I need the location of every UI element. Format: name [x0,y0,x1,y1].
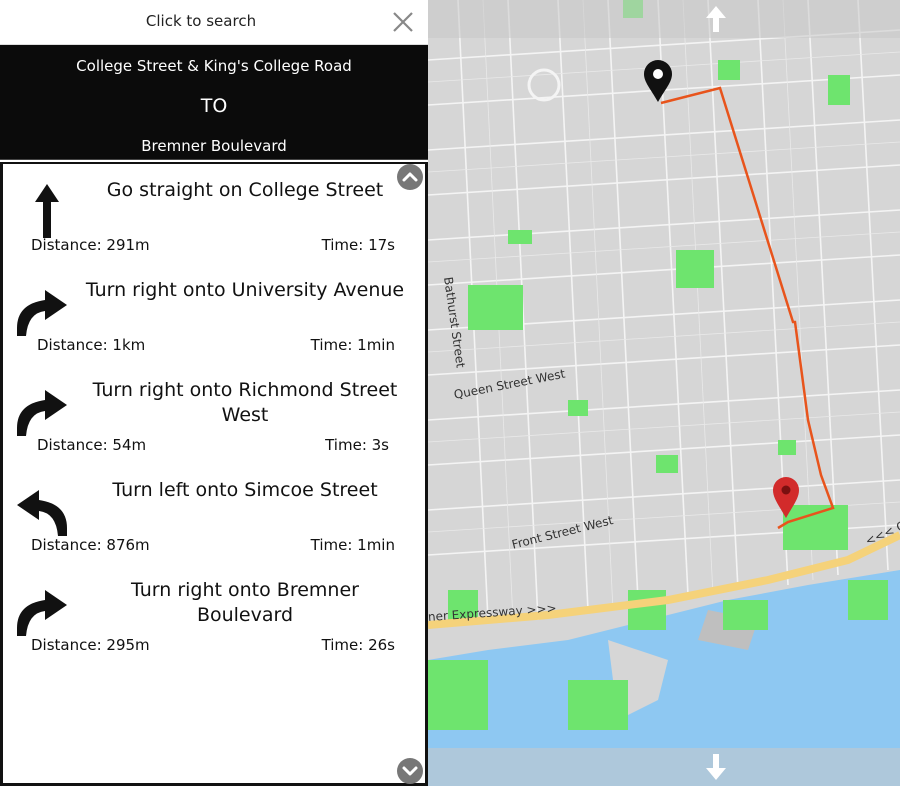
step-time: Time: 17s [321,236,395,254]
map-pan-down-button[interactable] [428,748,900,786]
step-instruction: Turn right onto Bremner Boulevard [131,579,359,626]
scroll-down-button[interactable] [397,758,423,784]
step-instruction: Turn left onto Simcoe Street [112,479,378,501]
direction-step[interactable]: Turn right onto Bremner Boulevard Distan… [3,564,425,664]
route-to-label: TO [200,95,228,117]
turn-right-arrow-icon [17,290,67,336]
step-distance: Distance: 876m [31,536,150,554]
turn-right-arrow-icon [17,590,67,636]
step-time: Time: 1min [310,536,395,554]
route-destination: Bremner Boulevard [141,137,287,155]
step-time: Time: 3s [325,436,389,454]
turn-left-arrow-icon [17,490,67,536]
step-instruction: Turn right onto Richmond Street West [92,379,398,426]
arrow-up-icon [706,6,726,32]
step-distance: Distance: 54m [37,436,147,454]
step-instruction: Go straight on College Street [106,179,384,201]
directions-panel: Click to search College Street & King's … [0,0,428,786]
step-time: Time: 1min [310,336,395,354]
step-distance: Distance: 295m [31,636,150,654]
chevron-up-icon [402,172,418,182]
straight-arrow-icon [35,184,59,238]
step-distance: Distance: 291m [31,236,150,254]
arrow-down-icon [706,754,726,780]
step-instruction: Turn right onto University Avenue [85,279,405,301]
direction-step[interactable]: Turn left onto Simcoe Street Distance: 8… [3,464,425,564]
scroll-up-button[interactable] [397,164,423,190]
app-window: Click to search College Street & King's … [0,0,900,786]
directions-list[interactable]: Go straight on College Street Distance: … [0,162,428,786]
search-label[interactable]: Click to search [0,12,402,30]
step-distance: Distance: 1km [37,336,146,354]
direction-step[interactable]: Go straight on College Street Distance: … [3,164,425,264]
search-bar[interactable]: Click to search [0,0,428,45]
route-header: College Street & King's College Road TO … [0,45,428,160]
direction-step[interactable]: Turn right onto Richmond Street West Dis… [3,364,425,464]
map-view[interactable]: Bathurst Street Queen Street West Front … [428,0,900,786]
step-time: Time: 26s [321,636,395,654]
chevron-down-icon [402,766,418,776]
direction-step[interactable]: Turn right onto University Avenue Distan… [3,264,425,364]
route-origin: College Street & King's College Road [76,57,352,75]
map-pan-up-button[interactable] [428,0,900,38]
turn-right-arrow-icon [17,390,67,436]
close-icon[interactable] [390,9,416,35]
